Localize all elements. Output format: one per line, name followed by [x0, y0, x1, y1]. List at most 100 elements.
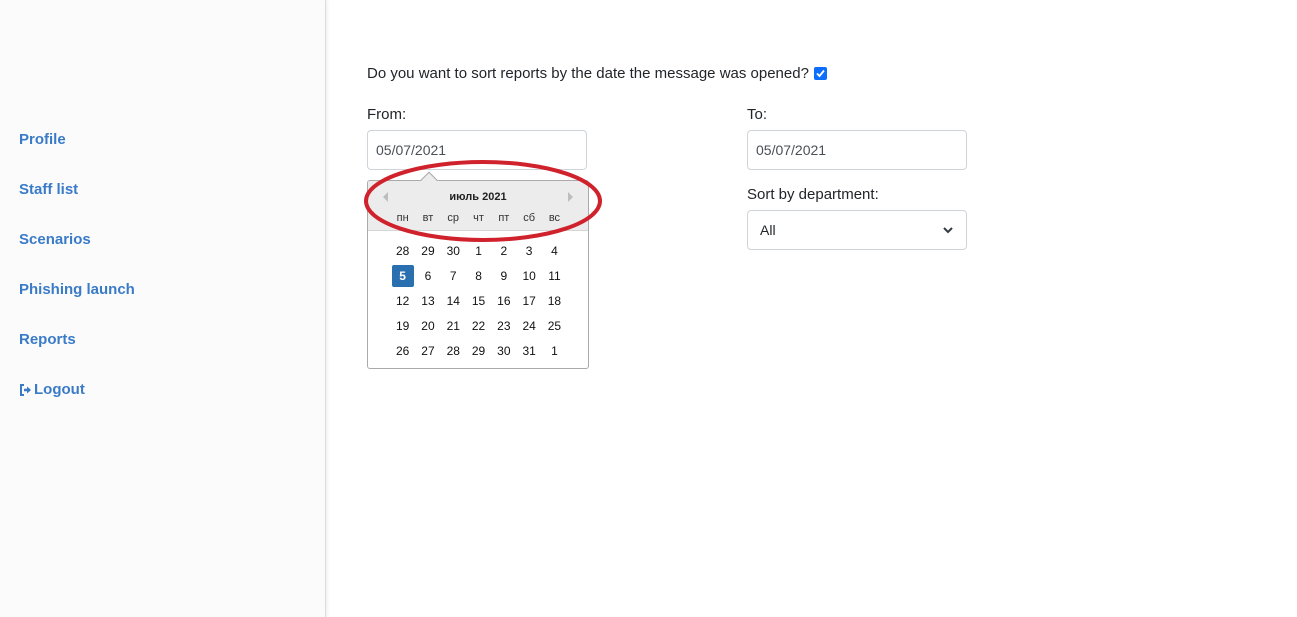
day-number: 18	[547, 293, 562, 308]
day-cell[interactable]: 7	[441, 263, 466, 288]
weekday-label: чт	[473, 212, 484, 224]
datepicker-header: июль 2021 пн вт ср чт пт сб вс	[368, 181, 588, 231]
weekday-label: пт	[498, 212, 510, 224]
day-number: 8	[475, 268, 482, 283]
day-number: 7	[449, 268, 457, 283]
day-cell[interactable]: 27	[415, 339, 440, 364]
sidebar-item-staff-list[interactable]: Staff list	[19, 181, 78, 198]
day-cell[interactable]: 4	[542, 238, 567, 263]
day-cell[interactable]: 22	[466, 314, 491, 339]
day-number: 31	[522, 344, 536, 359]
day-number: 23	[497, 319, 511, 334]
check-icon	[816, 69, 825, 78]
day-number: 27	[421, 344, 435, 359]
day-number: 15	[471, 293, 486, 308]
weekday-label: вт	[422, 212, 434, 224]
day-number: 16	[497, 293, 511, 308]
from-label: From:	[367, 106, 407, 123]
datepicker: июль 2021 пн вт ср чт пт сб вс 28 29 30 1 2 3 4 5 6 7 8 9…	[367, 180, 589, 369]
sidebar: Profile Staff list Scenarios Phishing la…	[0, 0, 326, 617]
day-cell[interactable]: 11	[542, 263, 567, 288]
weekday-label: вс	[548, 212, 561, 224]
logout-icon	[19, 383, 33, 397]
day-cell[interactable]: 29	[415, 238, 440, 263]
day-cell[interactable]: 10	[516, 263, 541, 288]
sort-by-opened-checkbox[interactable]	[813, 67, 827, 80]
day-cell[interactable]: 25	[542, 314, 567, 339]
weekday-label: ср	[447, 212, 460, 224]
day-cell[interactable]: 28	[441, 339, 466, 364]
weekday-label: сб	[523, 212, 536, 224]
sidebar-item-phishing-launch[interactable]: Phishing launch	[19, 281, 135, 298]
day-number: 12	[395, 293, 410, 308]
datepicker-month-title: июль 2021	[449, 191, 507, 203]
day-number: 2	[500, 243, 508, 258]
day-cell[interactable]: 30	[441, 238, 466, 263]
day-cell-selected[interactable]: 5	[390, 263, 415, 288]
day-number: 9	[500, 268, 508, 283]
department-label: Sort by department:	[747, 186, 879, 203]
day-cell[interactable]: 6	[415, 263, 440, 288]
sidebar-item-label: Logout	[34, 381, 85, 398]
day-cell[interactable]: 21	[441, 314, 466, 339]
day-number: 4	[551, 243, 558, 258]
day-cell[interactable]: 23	[491, 314, 516, 339]
day-number: 14	[446, 293, 460, 308]
day-number: 5	[391, 264, 414, 287]
day-number: 29	[421, 243, 435, 258]
day-cell[interactable]: 2	[491, 238, 516, 263]
sidebar-item-scenarios[interactable]: Scenarios	[19, 231, 91, 248]
day-cell[interactable]: 20	[415, 314, 440, 339]
day-number: 1	[475, 243, 482, 258]
datepicker-days-grid: 28 29 30 1 2 3 4 5 6 7 8 9 10 11 12 13 14 15 16 17 18 19 20 21 2…	[390, 238, 567, 364]
department-selected-value: All	[760, 222, 776, 238]
day-number: 22	[471, 319, 486, 334]
sidebar-item-reports[interactable]: Reports	[19, 331, 76, 348]
sidebar-item-logout[interactable]: Logout	[19, 381, 85, 398]
day-number: 28	[395, 243, 410, 258]
day-cell[interactable]: 16	[491, 288, 516, 313]
day-number: 10	[522, 268, 536, 283]
day-number: 17	[522, 293, 536, 308]
day-cell[interactable]: 14	[441, 288, 466, 313]
day-number: 19	[395, 319, 410, 334]
day-cell[interactable]: 31	[516, 339, 541, 364]
day-cell[interactable]: 15	[466, 288, 491, 313]
department-select[interactable]: All	[747, 210, 967, 250]
day-number: 29	[471, 344, 486, 359]
day-number: 25	[547, 319, 562, 334]
main-content: Do you want to sort reports by the date …	[327, 0, 1297, 617]
day-cell[interactable]: 19	[390, 314, 415, 339]
day-cell[interactable]: 26	[390, 339, 415, 364]
day-cell[interactable]: 9	[491, 263, 516, 288]
day-cell[interactable]: 24	[516, 314, 541, 339]
to-label: To:	[747, 106, 768, 123]
day-cell[interactable]: 12	[390, 288, 415, 313]
day-cell[interactable]: 30	[491, 339, 516, 364]
day-cell[interactable]: 28	[390, 238, 415, 263]
from-date-input[interactable]: 05/07/2021	[367, 130, 587, 170]
next-month-icon[interactable]	[568, 192, 573, 202]
day-number: 30	[446, 243, 460, 258]
to-date-input[interactable]: 05/07/2021	[747, 130, 967, 170]
day-cell[interactable]: 8	[466, 263, 491, 288]
day-cell[interactable]: 1	[466, 238, 491, 263]
day-cell[interactable]: 1	[542, 339, 567, 364]
day-cell[interactable]: 29	[466, 339, 491, 364]
weekday-row: пн вт ср чт пт сб вс	[390, 212, 567, 224]
sidebar-item-profile[interactable]: Profile	[19, 131, 66, 148]
day-cell[interactable]: 13	[415, 288, 440, 313]
weekday-label: пн	[396, 212, 409, 224]
day-number: 13	[421, 293, 435, 308]
day-cell[interactable]: 18	[542, 288, 567, 313]
day-cell[interactable]: 17	[516, 288, 541, 313]
day-number: 3	[525, 243, 533, 258]
day-cell[interactable]: 3	[516, 238, 541, 263]
day-number: 26	[395, 344, 410, 359]
day-number: 21	[446, 319, 460, 334]
question-text: Do you want to sort reports by the date …	[367, 65, 809, 82]
day-number: 24	[522, 319, 536, 334]
day-number: 6	[424, 268, 432, 283]
chevron-down-icon	[943, 227, 953, 234]
day-number: 30	[497, 344, 511, 359]
